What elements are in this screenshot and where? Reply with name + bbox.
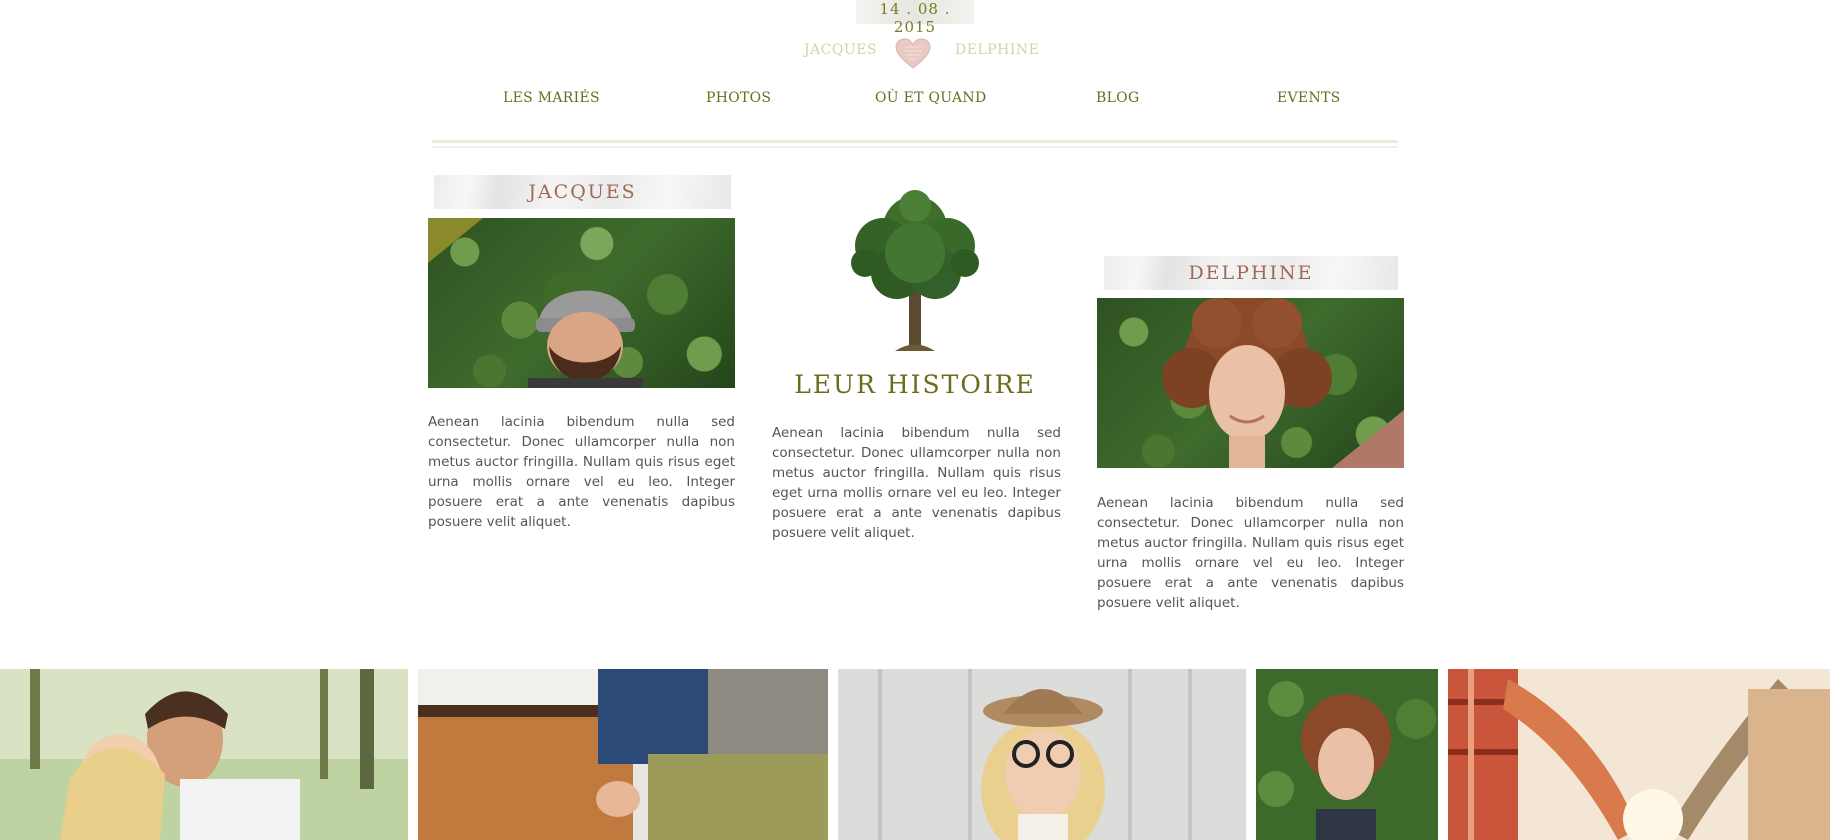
groom-photo — [428, 218, 735, 388]
nav-divider — [432, 140, 1398, 148]
bride-name-header: DELPHINE — [955, 42, 1040, 58]
nav-item-blog[interactable]: BLOG — [1096, 90, 1139, 106]
main-nav: LES MARIÉS PHOTOS OÙ ET QUAND BLOG EVENT… — [0, 90, 1830, 116]
bride-bio: Aenean lacinia bibendum nulla sed consec… — [1097, 495, 1404, 611]
gallery-photo-2[interactable] — [418, 669, 828, 840]
couple-names: JACQUES DELPHINE — [0, 38, 1830, 69]
gallery-photo-5[interactable] — [1448, 669, 1830, 840]
story-text: Aenean lacinia bibendum nulla sed consec… — [772, 425, 1061, 541]
bride-photo — [1097, 298, 1404, 468]
nav-item-photos[interactable]: PHOTOS — [706, 90, 771, 106]
groom-bio: Aenean lacinia bibendum nulla sed consec… — [428, 414, 735, 530]
wedding-page: 14 . 08 . 2015 JACQUES DELPHINE LES MARI… — [0, 0, 1830, 840]
nav-item-les-maries[interactable]: LES MARIÉS — [503, 90, 600, 106]
gallery-photo-3[interactable] — [838, 669, 1246, 840]
bride-name-banner: DELPHINE — [1104, 256, 1398, 290]
heart-icon — [895, 38, 931, 69]
story-title: LEUR HISTOIRE — [794, 370, 1036, 399]
gallery-photo-1[interactable] — [0, 669, 408, 840]
nav-item-events[interactable]: EVENTS — [1277, 90, 1341, 106]
tree-icon — [851, 190, 979, 351]
groom-name-header: JACQUES — [804, 42, 878, 58]
gallery-photo-4[interactable] — [1256, 669, 1438, 840]
nav-item-ou-et-quand[interactable]: OÙ ET QUAND — [875, 90, 986, 106]
wedding-date: 14 . 08 . 2015 — [856, 0, 974, 36]
groom-name-banner: JACQUES — [434, 175, 731, 209]
